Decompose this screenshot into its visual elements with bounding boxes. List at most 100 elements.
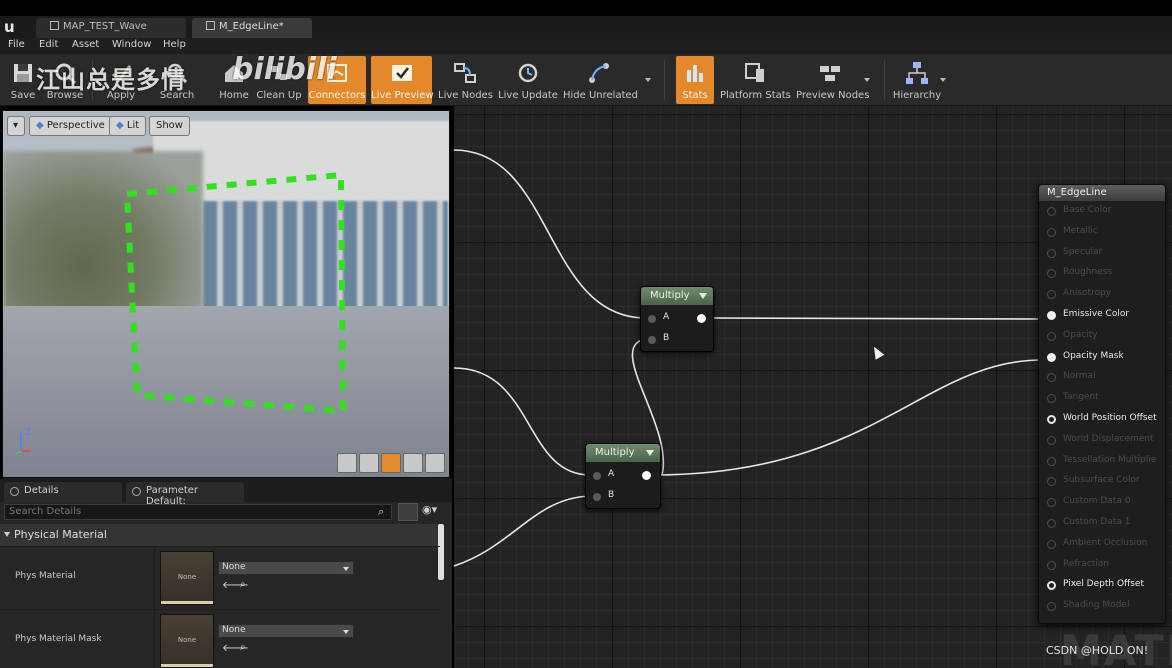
- pin-dot-icon[interactable]: [1047, 290, 1056, 300]
- home-label: Home: [219, 90, 249, 101]
- pin-dot-icon[interactable]: [1047, 227, 1056, 237]
- pin-dot-icon[interactable]: [1047, 415, 1056, 424]
- platform-stats-button[interactable]: Platform Stats: [720, 56, 791, 104]
- material-result-node[interactable]: M_EdgeLine Base Color Metallic Specular Rou…: [1038, 184, 1166, 624]
- phys-material-mask-thumbnail[interactable]: None: [160, 614, 214, 668]
- tab-details[interactable]: Details: [4, 482, 122, 502]
- mesh-preview-icon[interactable]: [425, 453, 445, 473]
- tab-parameter-defaults[interactable]: Parameter Default:: [126, 482, 244, 507]
- wire-input-a2: [454, 367, 591, 476]
- browse-magnifier-icon[interactable]: ⌕: [240, 642, 246, 653]
- visibility-eye-icon[interactable]: ◉▾: [422, 503, 448, 521]
- menu-file[interactable]: File: [8, 39, 25, 50]
- result-node-title: M_EdgeLine: [1039, 185, 1165, 201]
- input-pin-b[interactable]: [593, 493, 601, 501]
- result-pin-label: Custom Data 0: [1063, 496, 1131, 507]
- phys-material-combo[interactable]: None: [218, 561, 354, 575]
- physical-material-section[interactable]: Physical Material: [0, 524, 440, 546]
- tab-m-edgeline[interactable]: M_EdgeLine*: [192, 18, 312, 38]
- pin-dot-icon[interactable]: [1047, 331, 1056, 341]
- input-pin-b[interactable]: [648, 336, 656, 344]
- hide-unrelated-button[interactable]: Hide Unrelated: [563, 56, 638, 104]
- material-graph-canvas[interactable]: Multiply A B Multiply A B M_EdgeLine Bas…: [454, 106, 1172, 668]
- pin-dot-icon[interactable]: [1047, 352, 1056, 362]
- pin-dot-icon[interactable]: [1047, 373, 1056, 383]
- wire-input-a1: [454, 149, 647, 319]
- pin-dot-icon[interactable]: [1047, 498, 1056, 508]
- phys-material-mask-row: Phys Material Mask None None 🡐 ⌕: [0, 609, 440, 668]
- pin-dot-icon[interactable]: [1047, 560, 1056, 570]
- output-pin[interactable]: [697, 314, 706, 323]
- perspective-button[interactable]: ◆ Perspective: [29, 116, 112, 136]
- pin-dot-icon[interactable]: [1047, 394, 1056, 404]
- live-nodes-label: Live Nodes: [438, 90, 493, 101]
- tab-map-test-wave[interactable]: MAP_TEST_Wave: [36, 18, 186, 38]
- pin-dot-icon[interactable]: [1047, 539, 1056, 549]
- live-update-icon: [518, 63, 538, 83]
- menu-help[interactable]: Help: [163, 39, 186, 50]
- parameter-icon: [132, 487, 141, 496]
- unreal-logo-icon[interactable]: u: [4, 18, 22, 36]
- top-black-bar: [0, 0, 1172, 16]
- menu-asset[interactable]: Asset: [72, 39, 99, 50]
- plane-preview-icon[interactable]: [381, 453, 401, 473]
- live-update-button[interactable]: Live Update: [498, 56, 558, 104]
- thumbnail-bar: [161, 601, 213, 604]
- multiply-node-2[interactable]: Multiply A B: [585, 443, 661, 509]
- stats-button[interactable]: Stats: [676, 56, 714, 104]
- collapse-triangle-icon: [4, 532, 10, 537]
- pin-dot-icon[interactable]: [1047, 207, 1056, 216]
- hide-unrelated-dropdown-icon[interactable]: [645, 78, 651, 82]
- pin-dot-icon[interactable]: [1047, 477, 1056, 487]
- pin-dot-icon[interactable]: [1047, 602, 1056, 612]
- result-pin-label: Opacity Mask: [1063, 350, 1124, 361]
- csdn-credit: CSDN @HOLD ON!: [1046, 644, 1149, 657]
- details-icon: [10, 487, 19, 496]
- pin-dot-icon[interactable]: [1047, 269, 1056, 279]
- input-pin-a[interactable]: [593, 472, 601, 480]
- preview-nodes-button[interactable]: Preview Nodes: [796, 56, 869, 104]
- menu-window[interactable]: Window: [112, 39, 151, 50]
- preview-viewport[interactable]: ▾ ◆ Perspective ◆ Lit Show Z: [2, 110, 450, 478]
- live-nodes-button[interactable]: Live Nodes: [438, 56, 493, 104]
- result-pin-label: Pixel Depth Offset: [1063, 579, 1144, 590]
- browse-magnifier-icon[interactable]: ⌕: [240, 579, 246, 590]
- chevron-down-icon: [343, 567, 349, 571]
- output-pin[interactable]: [642, 471, 651, 480]
- live-preview-label: Live Preview: [371, 90, 434, 101]
- pin-dot-icon[interactable]: [1047, 435, 1056, 445]
- video-watermark-text: 江山总是多情: [36, 66, 186, 94]
- input-pin-a[interactable]: [648, 315, 656, 323]
- phys-material-mask-combo[interactable]: None: [218, 624, 354, 638]
- viewport-options-dropdown[interactable]: ▾: [7, 116, 25, 136]
- phys-material-thumbnail[interactable]: None: [160, 551, 214, 605]
- hierarchy-dropdown-icon[interactable]: [940, 78, 946, 82]
- result-pin-label: Shading Model: [1063, 600, 1130, 611]
- lit-button[interactable]: ◆ Lit: [109, 116, 147, 136]
- menu-edit[interactable]: Edit: [39, 39, 58, 50]
- show-button[interactable]: Show: [149, 116, 190, 136]
- collapse-triangle-icon[interactable]: [646, 450, 654, 456]
- thumbnail-label: None: [177, 573, 197, 581]
- collapse-triangle-icon[interactable]: [699, 293, 707, 299]
- search-details-input[interactable]: Search Details: [4, 504, 392, 520]
- cylinder-preview-icon[interactable]: [337, 453, 357, 473]
- property-divider: [154, 610, 155, 668]
- pin-dot-icon[interactable]: [1047, 456, 1056, 466]
- preview-nodes-dropdown-icon[interactable]: [864, 78, 870, 82]
- result-pin-label: Roughness: [1063, 267, 1113, 278]
- result-pin-label: Specular: [1063, 246, 1103, 257]
- live-preview-icon: [391, 65, 412, 81]
- result-pin-label: Refraction: [1063, 558, 1109, 569]
- live-preview-button[interactable]: Live Preview: [371, 56, 434, 104]
- hierarchy-button[interactable]: Hierarchy: [892, 56, 942, 104]
- pin-dot-icon[interactable]: [1047, 581, 1056, 591]
- cube-preview-icon[interactable]: [403, 453, 423, 473]
- view-options-grid-icon[interactable]: [398, 503, 418, 521]
- sphere-preview-icon[interactable]: [359, 453, 379, 473]
- pin-dot-icon[interactable]: [1047, 519, 1056, 528]
- multiply-node-1[interactable]: Multiply A B: [640, 286, 714, 352]
- pin-dot-icon[interactable]: [1047, 311, 1056, 320]
- pin-dot-icon[interactable]: [1047, 248, 1056, 258]
- result-pin-label: World Displacement: [1063, 433, 1154, 444]
